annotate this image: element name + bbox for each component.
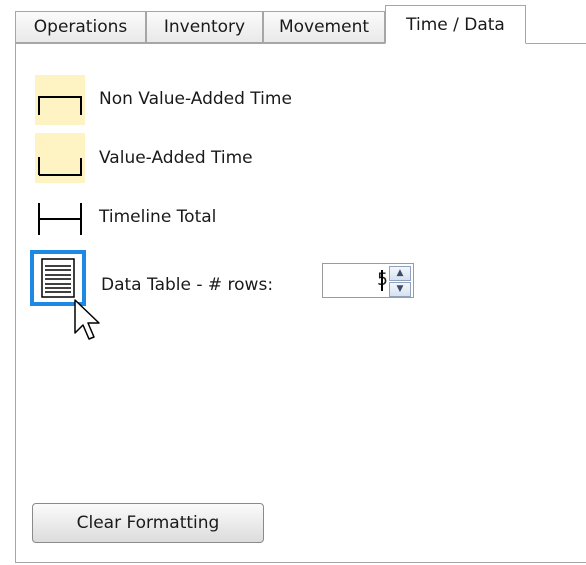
rows-input[interactable]: 5 (323, 264, 388, 297)
data-table-rows-label: Data Table - # rows: (101, 275, 274, 295)
text-caret (381, 270, 383, 291)
rows-stepper[interactable]: 5 ▲ ▼ (322, 263, 414, 298)
spin-down-icon[interactable]: ▼ (389, 282, 411, 297)
tab-operations[interactable]: Operations (15, 11, 146, 43)
timeline-total-icon[interactable] (35, 193, 85, 243)
value-added-time-label: Value-Added Time (99, 148, 253, 168)
non-value-added-time-icon[interactable] (35, 75, 85, 125)
tab-movement[interactable]: Movement (263, 11, 385, 43)
spin-up-icon[interactable]: ▲ (389, 266, 411, 281)
tab-inventory[interactable]: Inventory (146, 11, 263, 43)
clear-formatting-button[interactable]: Clear Formatting (32, 503, 264, 543)
tab-time-data[interactable]: Time / Data (385, 5, 526, 44)
value-added-time-icon[interactable] (35, 133, 85, 183)
non-value-added-time-label: Non Value-Added Time (99, 89, 292, 109)
mouse-cursor-icon (74, 299, 100, 340)
timeline-total-label: Timeline Total (99, 207, 217, 227)
